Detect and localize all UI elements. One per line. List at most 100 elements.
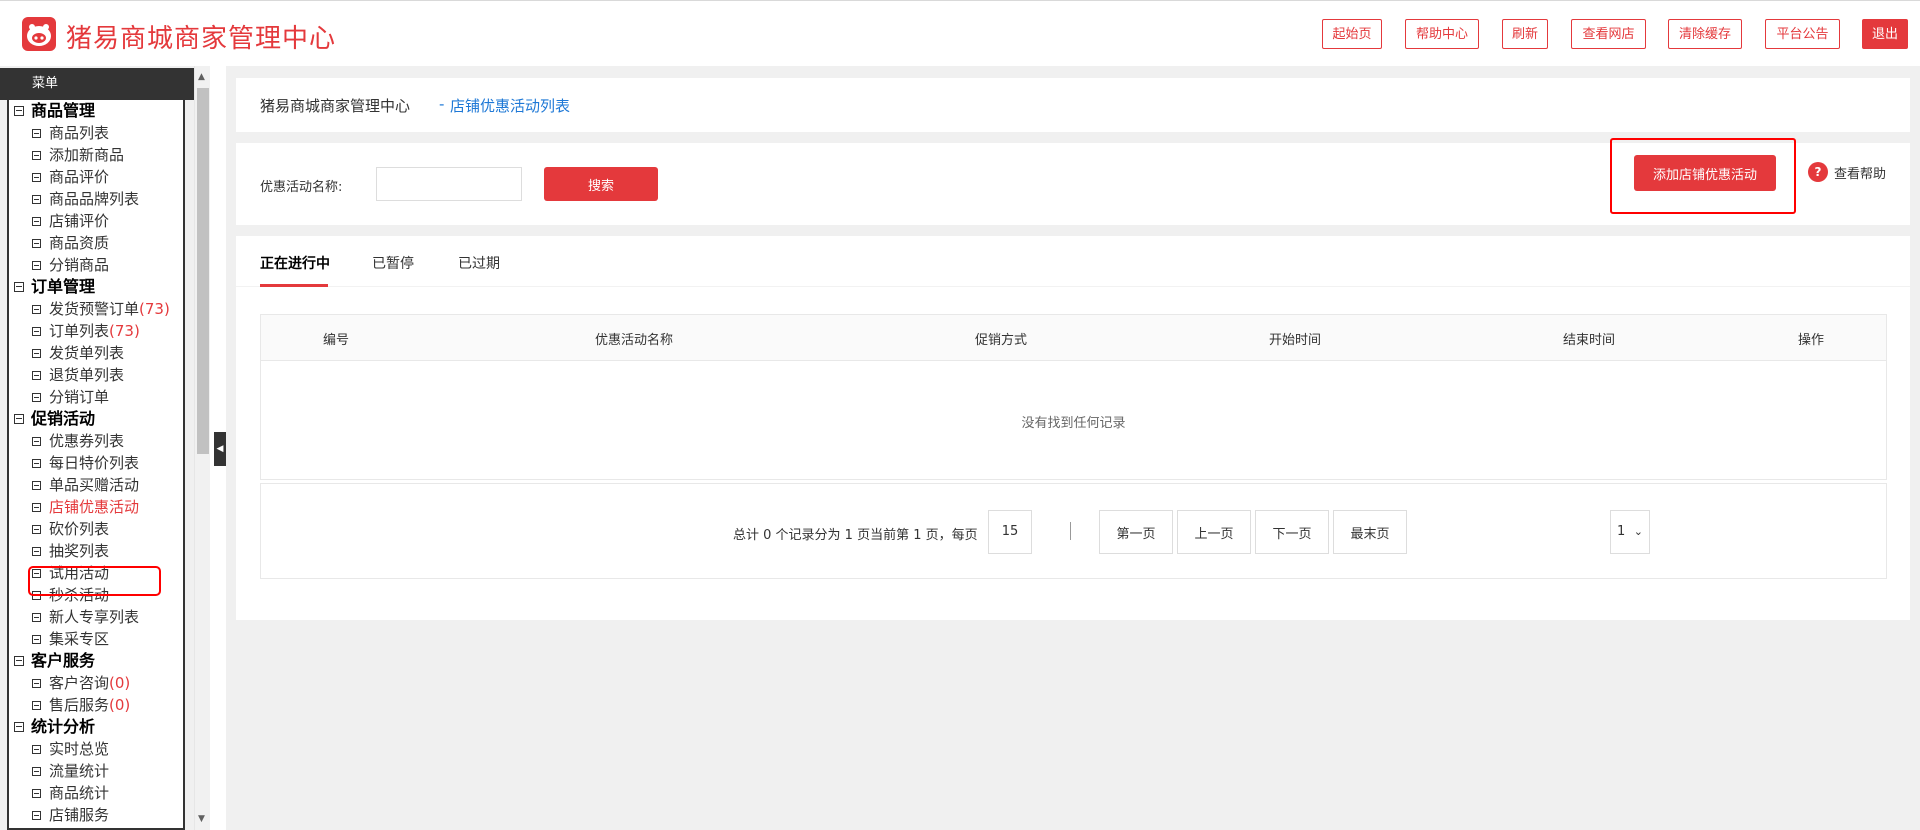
column-header-id: 编号	[322, 333, 350, 348]
menu-item-order-list[interactable]: 订单列表(73)	[9, 320, 183, 342]
menu-item-trial[interactable]: 试用活动	[9, 562, 183, 584]
menu-item-daily-special[interactable]: 每日特价列表	[9, 452, 183, 474]
menu-item-goods-qualification[interactable]: 商品资质	[9, 232, 183, 254]
menu-item-realtime[interactable]: 实时总览	[9, 738, 183, 760]
refresh-button[interactable]: 刷新	[1502, 19, 1548, 49]
announcement-button[interactable]: 平台公告	[1765, 19, 1840, 49]
empty-message: 没有找到任何记录	[1021, 416, 1126, 431]
menu-group-orders[interactable]: 订单管理	[9, 276, 183, 298]
menu-item-label: 店铺服务	[49, 806, 110, 824]
menu-item-group-buy[interactable]: 集采专区	[9, 628, 183, 650]
square-minus-icon	[32, 613, 41, 622]
menu-item-store-discount[interactable]: 店铺优惠活动	[9, 496, 183, 518]
first-page-button[interactable]: 第一页	[1099, 510, 1173, 554]
menu-item-label: 商品评价	[49, 168, 110, 186]
menu-item-label: 商品列表	[49, 124, 110, 142]
menu-item-flash-sale[interactable]: 秒杀活动	[9, 584, 183, 606]
menu-item-coupon-list[interactable]: 优惠券列表	[9, 430, 183, 452]
count-badge: (73)	[109, 322, 140, 340]
menu-item-brand-list[interactable]: 商品品牌列表	[9, 188, 183, 210]
square-minus-icon	[32, 569, 41, 578]
page-select[interactable]: 1 ⌄	[1610, 510, 1650, 554]
caret-up-icon[interactable]: ▲	[198, 72, 205, 82]
add-store-discount-button[interactable]: 添加店铺优惠活动	[1634, 155, 1776, 191]
menu-item-newcomer[interactable]: 新人专享列表	[9, 606, 183, 628]
menu-item-traffic[interactable]: 流量统计	[9, 760, 183, 782]
menu-item-return-list[interactable]: 退货单列表	[9, 364, 183, 386]
title-bar: 猪易商城商家管理中心 - 店铺优惠活动列表	[236, 78, 1910, 132]
menu-item-add-goods[interactable]: 添加新商品	[9, 144, 183, 166]
menu-item-distribution-orders[interactable]: 分销订单	[9, 386, 183, 408]
menu-item-label: 店铺评价	[49, 212, 110, 230]
menu-item-lottery-list[interactable]: 抽奖列表	[9, 540, 183, 562]
menu-group-label: 订单管理	[31, 277, 96, 296]
menu-group-statistics[interactable]: 统计分析	[9, 716, 183, 738]
caret-left-icon[interactable]: ◀	[214, 432, 226, 466]
menu-group-label: 促销活动	[31, 409, 96, 428]
page-select-value: 1	[1617, 524, 1626, 539]
per-page-input[interactable]: 15	[988, 510, 1032, 554]
square-minus-icon	[32, 349, 41, 358]
search-label: 优惠活动名称:	[260, 180, 343, 195]
menu-item-after-sale[interactable]: 售后服务(0)	[9, 694, 183, 716]
tab-ongoing[interactable]: 正在进行中	[260, 253, 330, 273]
menu-item-store-review[interactable]: 店铺评价	[9, 210, 183, 232]
top-header: 猪易商城商家管理中心 起始页 帮助中心 刷新 查看网店 清除缓存 平台公告 退出	[0, 0, 1920, 66]
menu-item-goods-stats[interactable]: 商品统计	[9, 782, 183, 804]
sidebar: 菜单 商品管理 商品列表 添加新商品 商品评价 商品品牌列表 店铺评价 商品资质…	[0, 66, 194, 830]
menu-item-goods-list[interactable]: 商品列表	[9, 122, 183, 144]
square-minus-icon	[32, 789, 41, 798]
menu-item-label: 优惠券列表	[49, 432, 125, 450]
logout-button[interactable]: 退出	[1862, 19, 1908, 49]
menu-item-label: 商品统计	[49, 784, 110, 802]
view-help-link[interactable]: 查看帮助	[1834, 163, 1886, 182]
scrollbar-thumb[interactable]	[197, 88, 209, 454]
menu-item-warning-orders[interactable]: 发货预警订单(73)	[9, 298, 183, 320]
count-badge: (0)	[109, 696, 131, 714]
prev-page-button[interactable]: 上一页	[1177, 510, 1251, 554]
search-button[interactable]: 搜索	[544, 167, 658, 201]
breadcrumb-current[interactable]: 店铺优惠活动列表	[450, 95, 570, 116]
square-minus-icon	[32, 437, 41, 446]
view-store-button[interactable]: 查看网店	[1571, 19, 1646, 49]
menu-group-label: 统计分析	[31, 717, 96, 736]
menu-item-label: 砍价列表	[49, 520, 110, 538]
activity-name-input[interactable]	[376, 167, 522, 201]
menu-group-goods[interactable]: 商品管理	[9, 100, 183, 122]
menu-item-label: 每日特价列表	[49, 454, 140, 472]
tab-bar: 正在进行中 已暂停 已过期	[236, 236, 1910, 287]
menu-group-promotions[interactable]: 促销活动	[9, 408, 183, 430]
caret-down-icon[interactable]: ▼	[198, 814, 205, 824]
square-minus-icon[interactable]	[14, 282, 24, 292]
help-center-button[interactable]: 帮助中心	[1405, 19, 1479, 49]
menu-item-distribution-goods[interactable]: 分销商品	[9, 254, 183, 276]
menu-item-label: 店铺优惠活动	[49, 498, 140, 516]
pig-logo-icon	[22, 17, 56, 51]
question-circle-icon[interactable]: ?	[1808, 162, 1828, 182]
menu-group-customer-service[interactable]: 客户服务	[9, 650, 183, 672]
menu-item-consult[interactable]: 客户咨询(0)	[9, 672, 183, 694]
pagination-summary: 总计 0 个记录分为 1 页当前第 1 页，每页	[733, 528, 978, 543]
square-minus-icon[interactable]	[14, 414, 24, 424]
square-minus-icon	[32, 767, 41, 776]
home-button[interactable]: 起始页	[1322, 19, 1382, 49]
menu-item-label: 发货预警订单	[49, 300, 140, 318]
square-minus-icon	[32, 173, 41, 182]
tab-paused[interactable]: 已暂停	[372, 253, 414, 273]
menu-item-store-service[interactable]: 店铺服务	[9, 804, 183, 826]
next-page-button[interactable]: 下一页	[1255, 510, 1329, 554]
menu-item-buy-gift[interactable]: 单品买赠活动	[9, 474, 183, 496]
tab-expired[interactable]: 已过期	[458, 253, 500, 273]
menu-item-shipping-list[interactable]: 发货单列表	[9, 342, 183, 364]
sidebar-scrollbar[interactable]: ▲ ▼	[194, 66, 210, 830]
clear-cache-button[interactable]: 清除缓存	[1668, 19, 1742, 49]
square-minus-icon[interactable]	[14, 722, 24, 732]
breadcrumb-root: 猪易商城商家管理中心	[260, 97, 411, 115]
last-page-button[interactable]: 最末页	[1333, 510, 1407, 554]
menu-item-label: 新人专享列表	[49, 608, 140, 626]
square-minus-icon[interactable]	[14, 106, 24, 116]
menu-item-bargain-list[interactable]: 砍价列表	[9, 518, 183, 540]
menu-item-label: 流量统计	[49, 762, 110, 780]
menu-item-goods-review[interactable]: 商品评价	[9, 166, 183, 188]
square-minus-icon[interactable]	[14, 656, 24, 666]
